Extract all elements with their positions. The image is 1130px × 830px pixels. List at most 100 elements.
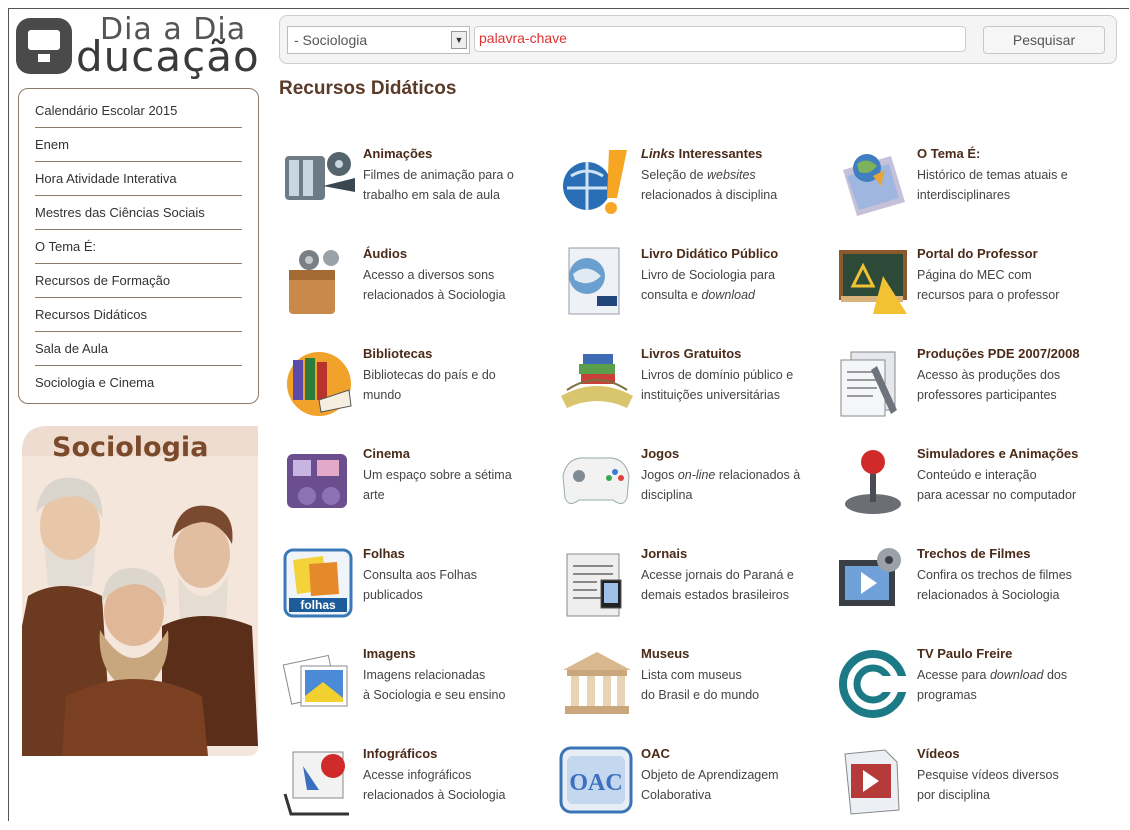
resource-title: Imagens <box>363 646 416 661</box>
resource-livro-didatico[interactable]: Livro Didático Público Livro de Sociolog… <box>557 246 827 330</box>
chevron-down-icon[interactable]: ▼ <box>451 31 467 49</box>
resource-o-tema[interactable]: O Tema É: Histórico de temas atuais e int… <box>833 146 1103 230</box>
resource-description: Livros de domínio público e instituições … <box>641 368 794 402</box>
resource-simuladores[interactable]: Simuladores e Animações Conteúdo e inter… <box>833 446 1103 530</box>
sociologia-poster[interactable] <box>22 426 258 756</box>
resource-title: Links Interessantes <box>641 146 763 161</box>
resource-animacoes[interactable]: Animações Filmes de animação para o traba… <box>279 146 549 230</box>
sidebar-item-o-tema[interactable]: O Tema É: <box>35 229 242 264</box>
resource-videos[interactable]: Vídeos Pesquise vídeos diversos por disci… <box>833 746 1103 830</box>
resource-title: Jornais <box>641 546 688 561</box>
film-strip-icon <box>839 548 901 606</box>
resource-title: Infográficos <box>363 746 438 761</box>
svg-text:OAC: OAC <box>569 770 622 796</box>
museum-icon <box>563 652 631 714</box>
resource-title: Jogos <box>641 446 680 461</box>
resource-description: Imagens relacionadas à Sociologia e seu e… <box>363 668 506 702</box>
resource-description: Acesso a diversos sons relacionados à Soc… <box>363 268 506 302</box>
resource-description: Acesse jornais do Paraná e demais estados… <box>641 568 794 602</box>
sidebar-item-mestres[interactable]: Mestres das Ciências Sociais <box>35 195 242 230</box>
sidebar-item-recursos-didaticos[interactable]: Recursos Didáticos <box>35 297 242 332</box>
monitor-icon <box>16 18 72 74</box>
resource-producoes-pde[interactable]: Produções PDE 2007/2008 Acesso às produç… <box>833 346 1103 430</box>
resource-audios[interactable]: Áudios Acesso a diversos sons relacionado… <box>279 246 549 330</box>
resource-title: OAC <box>641 746 670 761</box>
resource-cinema[interactable]: Cinema Um espaço sobre a sétima arte <box>279 446 549 530</box>
resource-title: Simuladores e Animações <box>917 446 1079 461</box>
resource-description: Filmes de animação para o trabalho em sal… <box>363 168 514 202</box>
sidebar-item-label: Sala de Aula <box>35 341 109 356</box>
sidebar-item-label: O Tema É: <box>35 239 97 254</box>
resource-description: Objeto de Aprendizagem Colaborativa <box>641 768 779 802</box>
sidebar-item-hora-atividade[interactable]: Hora Atividade Interativa <box>35 161 242 196</box>
resource-jornais[interactable]: Jornais Acesse jornais do Paraná e demais… <box>557 546 827 630</box>
resource-description: Bibliotecas do país e do mundo <box>363 368 496 402</box>
resource-title: Portal do Professor <box>917 246 1038 261</box>
speaker-box-icon <box>289 250 339 314</box>
sidebar-item-label: Recursos de Formação <box>35 273 171 288</box>
sidebar-menu: Calendário Escolar 2015 Enem Hora Ativid… <box>18 88 259 404</box>
open-books-icon <box>561 354 633 408</box>
resource-description: Livro de Sociologia para consulta e downl… <box>641 268 776 302</box>
sidebar-item-recursos-formacao[interactable]: Recursos de Formação <box>35 263 242 298</box>
sidebar-item-label: Calendário Escolar 2015 <box>35 103 178 118</box>
resource-title: TV Paulo Freire <box>917 646 1013 661</box>
keyword-input[interactable]: palavra-chave <box>474 26 966 52</box>
resource-infograficos[interactable]: Infográficos Acesse infográficos relacion… <box>279 746 549 830</box>
poster-title: Sociologia <box>52 432 209 463</box>
resource-description: Um espaço sobre a sétima arte <box>363 468 512 502</box>
gamepad-icon <box>562 457 630 504</box>
resource-links-interessantes[interactable]: Links Interessantes Seleção de websites r… <box>557 146 827 230</box>
resource-portal-professor[interactable]: Portal do Professor Página do MEC com rec… <box>833 246 1103 330</box>
video-file-icon <box>844 749 900 815</box>
site-logo[interactable]: Dia a Dia ducação <box>16 12 259 81</box>
sidebar-item-label: Recursos Didáticos <box>35 307 147 322</box>
resource-imagens[interactable]: Imagens Imagens relacionadas à Sociologia… <box>279 646 549 730</box>
sidebar-item-sociologia-cinema[interactable]: Sociologia e Cinema <box>35 365 242 399</box>
blackboard-icon <box>839 250 907 314</box>
book-cover-icon <box>568 247 620 315</box>
resource-title: O Tema É: <box>917 146 981 161</box>
sidebar-item-calendario[interactable]: Calendário Escolar 2015 <box>35 93 242 128</box>
documents-pen-icon <box>840 351 897 417</box>
resource-title: Produções PDE 2007/2008 <box>917 346 1080 361</box>
resource-description: Acesso às produções dos professores parti… <box>917 368 1061 402</box>
resource-title: Livros Gratuitos <box>641 346 742 361</box>
resource-livros-gratuitos[interactable]: Livros Gratuitos Livros de domínio públi… <box>557 346 827 430</box>
sidebar-item-label: Mestres das Ciências Sociais <box>35 205 205 220</box>
resource-oac[interactable]: OAC OAC Objeto de Aprendizagem Colaborati… <box>557 746 827 830</box>
sidebar-item-enem[interactable]: Enem <box>35 127 242 162</box>
resource-museus[interactable]: Museus Lista com museus do Brasil e do mu… <box>557 646 827 730</box>
svg-text:folhas: folhas <box>300 598 336 612</box>
tv-paulo-freire-logo-icon <box>839 650 907 718</box>
sidebar-item-sala-de-aula[interactable]: Sala de Aula <box>35 331 242 366</box>
resource-description: Histórico de temas atuais e interdiscipli… <box>917 168 1068 202</box>
sidebar-item-label: Hora Atividade Interativa <box>35 171 177 186</box>
resource-trechos-filmes[interactable]: Trechos de Filmes Confira os trechos de … <box>833 546 1103 630</box>
resource-title: Livro Didático Público <box>641 246 779 261</box>
discipline-select-value: - Sociologia <box>294 32 368 48</box>
resource-title: Trechos de Filmes <box>917 546 1031 561</box>
resource-description: Pesquise vídeos diversos por disciplina <box>917 768 1059 802</box>
resource-description: Consulta aos Folhas publicados <box>363 568 477 602</box>
sidebar-item-label: Sociologia e Cinema <box>35 375 155 390</box>
resource-description: Acesse infográficos relacionados à Sociol… <box>363 768 506 802</box>
search-button[interactable]: Pesquisar <box>983 26 1105 54</box>
resource-jogos[interactable]: Jogos Jogos on-line relacionados à discip… <box>557 446 827 530</box>
resource-folhas[interactable]: folhas Folhas Consulta aos Folhas publica… <box>279 546 549 630</box>
resource-description: Jogos on-line relacionados à disciplina <box>641 468 801 502</box>
images-icon <box>282 654 348 707</box>
folhas-icon: folhas <box>283 548 353 618</box>
resource-title: Áudios <box>363 246 408 261</box>
oac-icon: OAC <box>559 746 633 814</box>
resource-title: Vídeos <box>917 746 960 761</box>
discipline-select[interactable]: - Sociologia ▼ <box>287 26 470 54</box>
resource-description: Confira os trechos de filmes relacionados… <box>917 568 1072 602</box>
resource-description: Página do MEC com recursos para o profess… <box>917 268 1060 302</box>
resource-bibliotecas[interactable]: Bibliotecas Bibliotecas do país e do mund… <box>279 346 549 430</box>
film-camera-icon <box>287 454 347 508</box>
resource-title: Bibliotecas <box>363 346 433 361</box>
folder-globe-icon <box>843 154 905 216</box>
resource-description: Seleção de websites relacionados à discip… <box>641 168 778 202</box>
resource-tv-paulo-freire[interactable]: TV Paulo Freire Acesse para download dos… <box>833 646 1103 730</box>
